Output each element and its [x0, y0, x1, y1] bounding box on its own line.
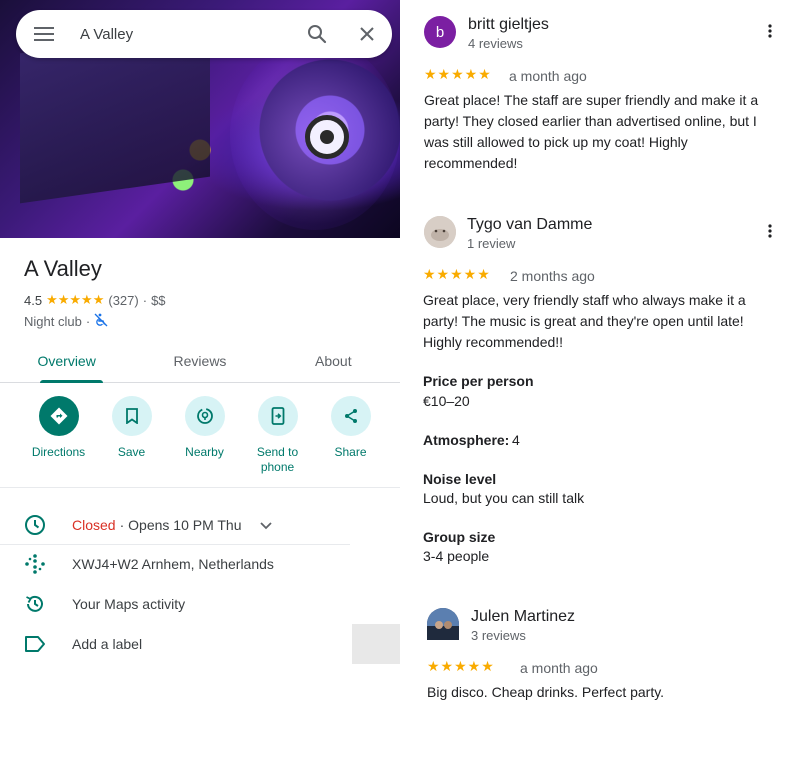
noise-level-value: Loud, but you can still talk	[423, 490, 585, 506]
place-title: A Valley	[24, 256, 102, 281]
more-options-icon[interactable]	[768, 224, 772, 243]
reviewer-review-count: 4 reviews	[468, 36, 523, 51]
nearby-button[interactable]: Nearby	[168, 396, 241, 487]
avatar[interactable]	[424, 216, 456, 248]
atmosphere-label: Atmosphere:	[423, 432, 510, 448]
review-stars: ★★★★★	[427, 658, 495, 674]
share-label: Share	[334, 445, 367, 459]
reviewer-name[interactable]: Julen Martinez	[471, 608, 575, 626]
place-category[interactable]: Night club	[24, 314, 82, 329]
review-count[interactable]: (327)	[108, 293, 138, 308]
save-button[interactable]: Save	[95, 396, 168, 487]
review-date: 2 months ago	[510, 268, 595, 284]
maps-activity-row[interactable]: Your Maps activity	[0, 584, 350, 624]
search-input[interactable]: A Valley	[72, 26, 292, 43]
save-label: Save	[117, 445, 146, 459]
bookmark-icon	[111, 396, 152, 436]
close-icon[interactable]	[342, 10, 392, 58]
label-icon	[0, 635, 72, 653]
send-to-phone-button[interactable]: Send to phone	[241, 396, 314, 487]
category-line: Night club ·	[24, 313, 108, 330]
tab-bar: Overview Reviews About	[0, 340, 400, 383]
atmosphere-value: 4	[512, 432, 520, 448]
add-label-text: Add a label	[72, 636, 143, 652]
price-level: $$	[151, 292, 166, 308]
group-size-value: 3-4 people	[423, 548, 490, 564]
clock-icon	[0, 514, 72, 536]
separator: ·	[142, 292, 148, 308]
photo-turntable-logo	[305, 115, 349, 159]
add-label-row[interactable]: Add a label	[0, 624, 350, 664]
plus-code: XWJ4+W2 Arnhem, Netherlands	[72, 556, 274, 572]
avatar-photo-icon	[424, 216, 456, 248]
directions-label: Directions	[31, 445, 86, 459]
review-text: Great place! The staff are super friendl…	[424, 92, 759, 171]
maps-activity-label: Your Maps activity	[72, 596, 186, 612]
search-icon[interactable]	[292, 10, 342, 58]
history-icon	[0, 593, 72, 615]
nearby-label: Nearby	[185, 445, 224, 459]
noise-level-label: Noise level	[423, 471, 497, 487]
rating-value: 4.5	[24, 292, 43, 308]
review-stars: ★★★★★	[424, 66, 492, 82]
more-options-icon[interactable]	[768, 24, 772, 43]
review-text: Big disco. Cheap drinks. Perfect party.	[427, 684, 665, 700]
action-bar: Directions Save Nearby Send to phone Sha…	[0, 396, 400, 488]
review-date: a month ago	[509, 68, 587, 84]
collapsed-panel-handle[interactable]	[352, 624, 400, 664]
plus-code-row[interactable]: XWJ4+W2 Arnhem, Netherlands	[0, 544, 350, 584]
place-panel: A Valley A Valley 4.5 ★★★★★ (327) · $$ N…	[0, 0, 400, 763]
review-stars: ★★★★★	[423, 266, 491, 282]
tab-reviews[interactable]: Reviews	[133, 340, 266, 382]
send-to-phone-icon	[257, 396, 298, 436]
chevron-down-icon[interactable]	[259, 517, 272, 533]
plus-code-icon	[0, 553, 72, 575]
share-button[interactable]: Share	[314, 396, 387, 487]
avatar[interactable]	[427, 608, 459, 640]
separator: ·	[85, 314, 91, 329]
directions-button[interactable]: Directions	[22, 396, 95, 487]
price-per-person-label: Price per person	[423, 373, 534, 389]
reviews-panel: b britt gieltjes 4 reviews ★★★★★ a month…	[400, 0, 800, 763]
avatar-photo-icon	[427, 608, 459, 640]
rating-line: 4.5 ★★★★★ (327) · $$	[24, 292, 166, 308]
reviewer-name[interactable]: Tygo van Damme	[467, 216, 592, 234]
share-icon	[330, 396, 371, 436]
search-bar: A Valley	[16, 10, 392, 58]
tab-overview[interactable]: Overview	[0, 340, 133, 383]
tab-about[interactable]: About	[267, 340, 400, 382]
avatar-letter: b	[435, 23, 445, 41]
directions-icon	[38, 396, 79, 436]
reviewer-review-count: 1 review	[467, 236, 516, 251]
hours-status: Closed	[72, 516, 116, 533]
rating-stars: ★★★★★	[46, 292, 105, 307]
review-date: a month ago	[520, 660, 598, 676]
price-per-person-value: €10–20	[423, 393, 470, 409]
avatar[interactable]: b	[424, 16, 456, 48]
reviewer-name[interactable]: britt gieltjes	[468, 16, 549, 34]
nearby-icon	[184, 396, 225, 436]
menu-icon[interactable]	[16, 10, 72, 58]
hours-row[interactable]: Closed · Opens 10 PM Thu	[0, 505, 350, 545]
group-size-label: Group size	[423, 529, 496, 545]
not-accessible-icon	[94, 313, 108, 330]
send-to-phone-label: Send to phone	[256, 445, 299, 474]
reviewer-review-count: 3 reviews	[471, 628, 526, 643]
hours-detail: · Opens 10 PM Thu	[119, 516, 242, 533]
review-text: Great place, very friendly staff who alw…	[423, 292, 746, 350]
